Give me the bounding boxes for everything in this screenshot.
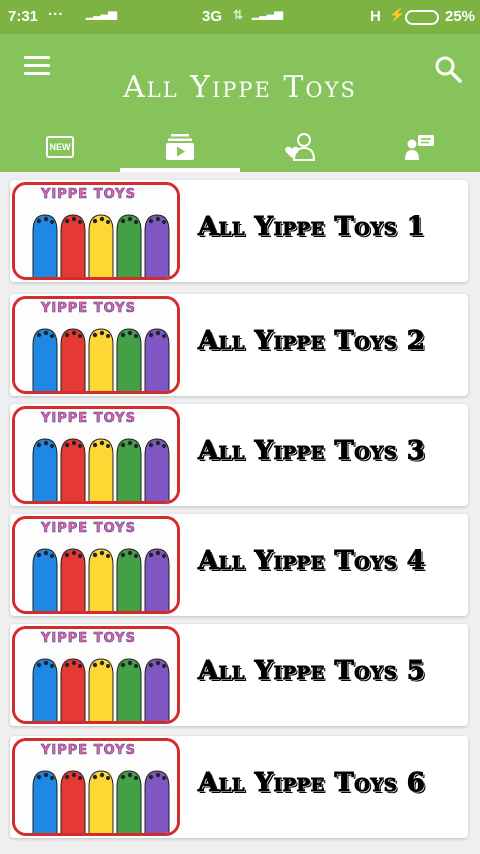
- finger-puppet: [32, 770, 58, 833]
- tab-videos[interactable]: [120, 122, 240, 172]
- battery-percent: 25%: [445, 8, 476, 25]
- status-time: 7:31: [8, 8, 39, 25]
- app-title: All Yippe Toys: [123, 70, 357, 105]
- finger-puppet: [88, 658, 114, 721]
- finger-puppet: [32, 548, 58, 611]
- finger-puppet: [116, 328, 142, 391]
- video-thumbnail: YIPPE TOYS: [12, 182, 180, 280]
- finger-puppet: [60, 770, 86, 833]
- thumbnail-logo: YIPPE TOYS: [41, 301, 136, 317]
- finger-puppet: [32, 658, 58, 721]
- finger-puppet: [60, 658, 86, 721]
- finger-puppet: [144, 548, 170, 611]
- tab-new[interactable]: NEW: [0, 122, 120, 172]
- search-icon[interactable]: [433, 54, 463, 84]
- video-playlist-icon: [166, 134, 194, 160]
- network-type: 3G: [202, 8, 223, 25]
- thumbnail-logo: YIPPE TOYS: [41, 743, 136, 759]
- video-title: All Yippe Toys 5: [197, 656, 426, 687]
- finger-puppet: [116, 658, 142, 721]
- video-title: All Yippe Toys 3: [197, 436, 426, 467]
- tab-people[interactable]: [240, 122, 360, 172]
- person-chat-icon: [405, 135, 434, 160]
- thumbnail-logo: YIPPE TOYS: [41, 521, 136, 537]
- data-arrows-icon: ⇅: [233, 8, 244, 22]
- finger-puppet: [60, 548, 86, 611]
- list-item[interactable]: YIPPE TOYS All Yippe Toys 5: [10, 624, 468, 726]
- network-type-2: H: [370, 8, 381, 25]
- thumbnail-logo: YIPPE TOYS: [41, 411, 136, 427]
- finger-puppet: [60, 328, 86, 391]
- finger-puppet: [88, 438, 114, 501]
- video-title: All Yippe Toys 4: [197, 546, 426, 577]
- finger-puppet: [60, 438, 86, 501]
- finger-puppet: [144, 658, 170, 721]
- app-bar: All Yippe Toys NEW: [0, 34, 480, 172]
- finger-puppet: [116, 548, 142, 611]
- finger-puppet: [32, 438, 58, 501]
- video-thumbnail: YIPPE TOYS: [12, 738, 180, 836]
- finger-puppet: [88, 214, 114, 277]
- video-list: YIPPE TOYS All Yippe Toys 1 YIPPE TOYS All …: [0, 172, 480, 854]
- video-thumbnail: YIPPE TOYS: [12, 516, 180, 614]
- finger-puppet: [144, 438, 170, 501]
- video-title: All Yippe Toys 6: [197, 768, 426, 799]
- list-item[interactable]: YIPPE TOYS All Yippe Toys 1: [10, 180, 468, 282]
- list-item[interactable]: YIPPE TOYS All Yippe Toys 3: [10, 404, 468, 506]
- finger-puppet: [88, 548, 114, 611]
- charging-icon: ⚡: [389, 7, 406, 22]
- finger-puppet: [116, 214, 142, 277]
- thumbnail-logo: YIPPE TOYS: [41, 631, 136, 647]
- status-bar: 7:31 ... ▁▂▃▅ 3G ⇅ ▁▂▃▅ H ⚡ 25%: [0, 0, 480, 34]
- video-title: All Yippe Toys 2: [197, 326, 426, 357]
- video-thumbnail: YIPPE TOYS: [12, 406, 180, 504]
- video-title: All Yippe Toys 1: [197, 212, 426, 243]
- finger-puppet: [32, 328, 58, 391]
- list-item[interactable]: YIPPE TOYS All Yippe Toys 2: [10, 294, 468, 396]
- finger-puppet: [60, 214, 86, 277]
- tab-chat[interactable]: [360, 122, 480, 172]
- signal-icon: ▁▂▃▅: [86, 8, 117, 20]
- finger-puppet: [144, 214, 170, 277]
- finger-puppet: [116, 438, 142, 501]
- finger-puppet: [144, 328, 170, 391]
- battery-icon: [405, 10, 439, 25]
- status-dots: ...: [48, 2, 64, 19]
- finger-puppet: [88, 770, 114, 833]
- finger-puppet: [88, 328, 114, 391]
- list-item[interactable]: YIPPE TOYS All Yippe Toys 6: [10, 736, 468, 838]
- new-badge-icon: NEW: [46, 136, 74, 158]
- finger-puppet: [144, 770, 170, 833]
- heart-person-icon: [285, 133, 316, 161]
- signal-icon-2: ▁▂▃▅: [252, 8, 283, 20]
- finger-puppet: [32, 214, 58, 277]
- video-thumbnail: YIPPE TOYS: [12, 626, 180, 724]
- finger-puppet: [116, 770, 142, 833]
- video-thumbnail: YIPPE TOYS: [12, 296, 180, 394]
- thumbnail-logo: YIPPE TOYS: [41, 187, 136, 203]
- list-item[interactable]: YIPPE TOYS All Yippe Toys 4: [10, 514, 468, 616]
